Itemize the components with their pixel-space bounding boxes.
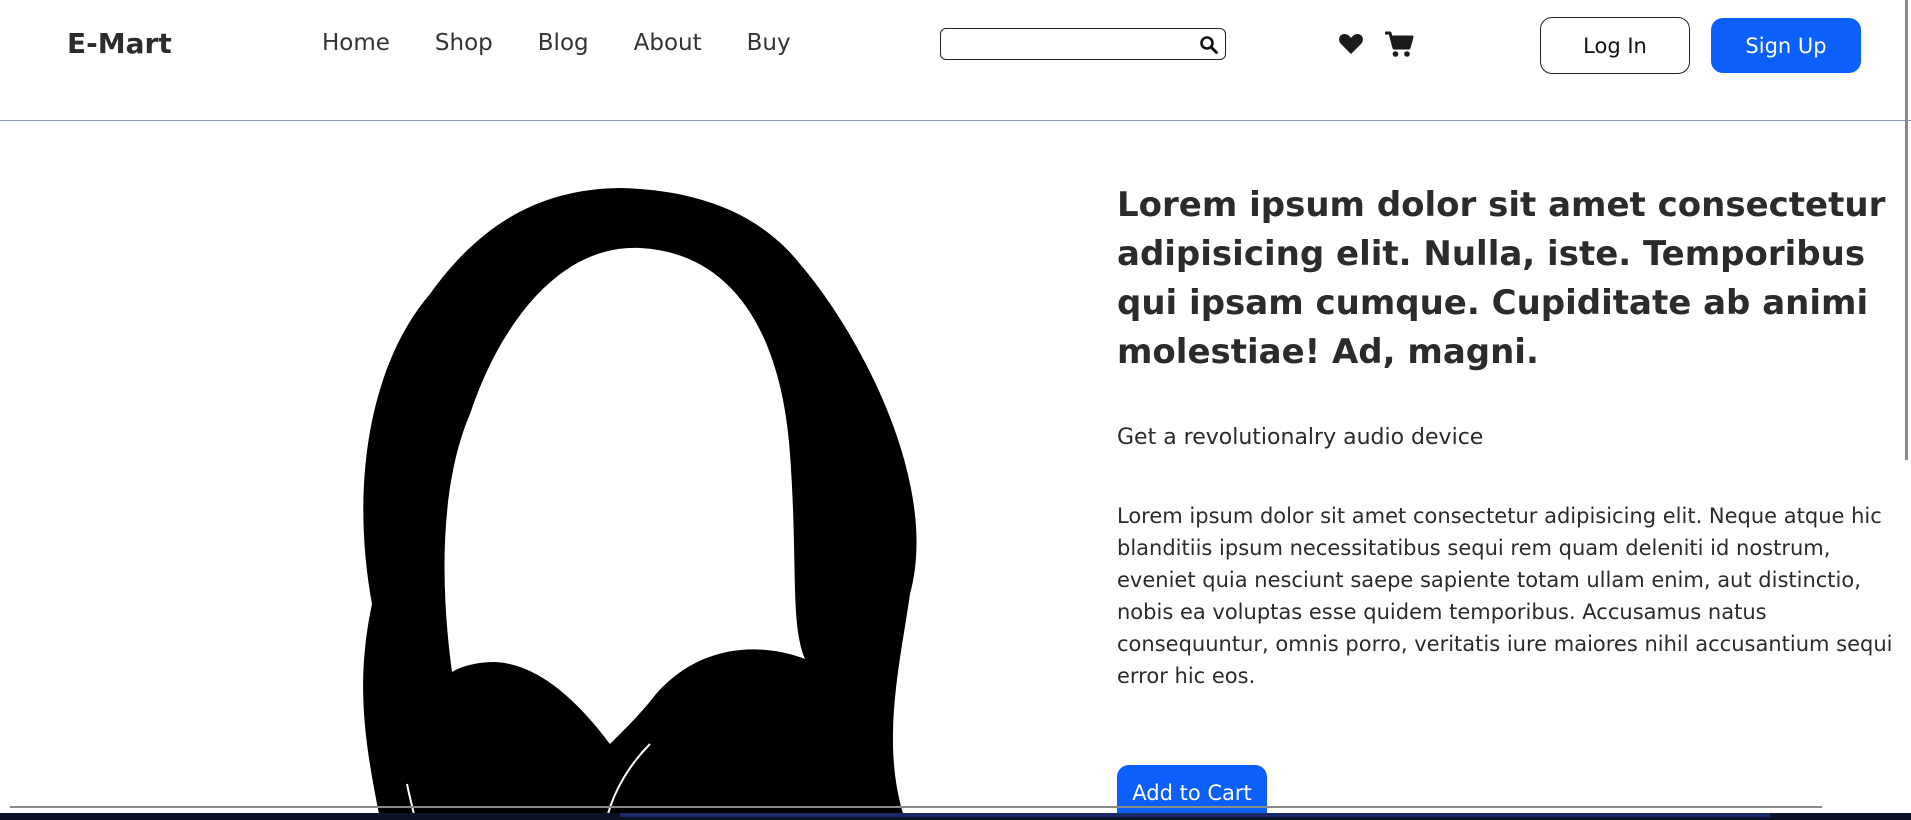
cart-icon[interactable] <box>1384 30 1414 58</box>
nav-blog[interactable]: Blog <box>538 30 589 56</box>
nav-shop[interactable]: Shop <box>435 30 493 56</box>
search-box <box>940 28 1226 60</box>
main-nav: Home Shop Blog About Buy <box>322 30 836 56</box>
search-input[interactable] <box>947 31 1191 57</box>
signup-button[interactable]: Sign Up <box>1711 18 1861 73</box>
headphones-image <box>363 188 917 820</box>
hero-description: Lorem ipsum dolor sit amet consectetur a… <box>1117 504 1893 688</box>
hero-subtitle: Get a revolutionalry audio device <box>1117 425 1484 450</box>
add-to-cart-button[interactable]: Add to Cart <box>1117 765 1267 820</box>
nav-buy[interactable]: Buy <box>747 30 791 56</box>
site-header: E-Mart Home Shop Blog About Buy Log In S… <box>0 0 1911 121</box>
search-icon[interactable] <box>1199 35 1219 55</box>
nav-home[interactable]: Home <box>322 30 390 56</box>
footer-accent <box>620 813 1770 817</box>
hero-title: Lorem ipsum dolor sit amet consectetur a… <box>1117 185 1886 372</box>
nav-about[interactable]: About <box>634 30 702 56</box>
brand-logo[interactable]: E-Mart <box>67 27 172 60</box>
login-button[interactable]: Log In <box>1540 17 1690 74</box>
divider <box>10 806 1822 808</box>
heart-icon[interactable] <box>1338 32 1364 56</box>
page: E-Mart Home Shop Blog About Buy Log In S… <box>0 0 1911 820</box>
scrollbar[interactable] <box>1905 0 1908 460</box>
